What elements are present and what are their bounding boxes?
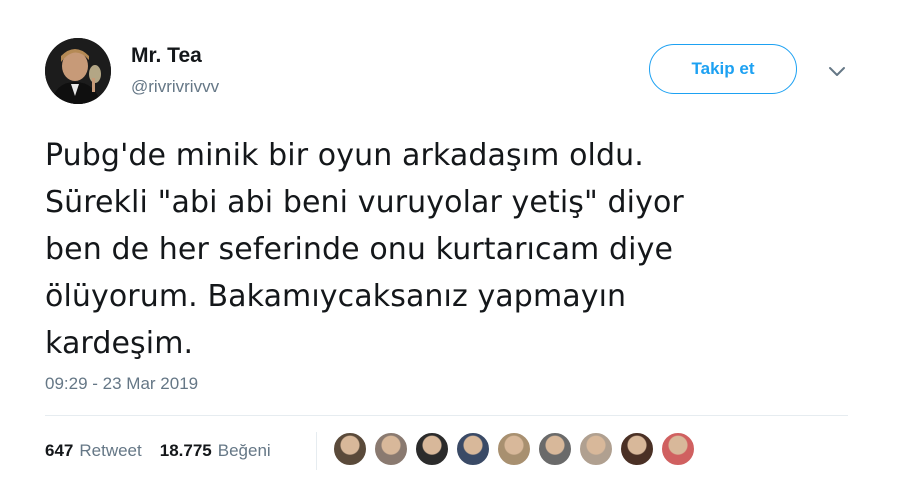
follow-button[interactable]: Takip et: [649, 44, 797, 94]
tweet-card: Mr. Tea @rivrivrivvv Takip et Pubg'de mi…: [0, 0, 900, 494]
like-count-link[interactable]: 18.775 Beğeni: [160, 441, 271, 461]
tweet-text-line: kardeşim.: [45, 326, 194, 361]
divider: [316, 432, 317, 470]
tweet-text-line: Sürekli "abi abi beni vuruyolar yetiş" d…: [45, 185, 684, 220]
tweet-text-line: ölüyorum. Bakamıycaksanız yapmayın: [45, 279, 627, 314]
retweet-label: Retweet: [79, 441, 142, 460]
like-label: Beğeni: [217, 441, 271, 460]
tweet-stats: 647 Retweet 18.775 Beğeni: [45, 438, 271, 464]
author-display-name[interactable]: Mr. Tea: [131, 44, 202, 68]
likers-facepile: [333, 432, 702, 468]
retweet-count-link[interactable]: 647 Retweet: [45, 441, 142, 461]
chevron-down-icon[interactable]: [826, 62, 848, 82]
liker-avatar[interactable]: [456, 432, 490, 466]
author-avatar[interactable]: [45, 38, 111, 104]
divider: [45, 415, 848, 416]
liker-avatar[interactable]: [579, 432, 613, 466]
avatar-image: [45, 38, 111, 104]
liker-avatar[interactable]: [538, 432, 572, 466]
liker-avatar[interactable]: [374, 432, 408, 466]
liker-avatar[interactable]: [333, 432, 367, 466]
tweet-text: Pubg'de minik bir oyun arkadaşım oldu. S…: [45, 132, 845, 367]
retweet-count: 647: [45, 441, 74, 460]
liker-avatar[interactable]: [620, 432, 654, 466]
liker-avatar[interactable]: [415, 432, 449, 466]
tweet-text-line: Pubg'de minik bir oyun arkadaşım oldu.: [45, 138, 644, 173]
tweet-text-line: ben de her seferinde onu kurtarıcam diye: [45, 232, 674, 267]
liker-avatar[interactable]: [497, 432, 531, 466]
author-handle[interactable]: @rivrivrivvv: [131, 77, 219, 97]
liker-avatar[interactable]: [661, 432, 695, 466]
like-count: 18.775: [159, 441, 212, 460]
tweet-timestamp[interactable]: 09:29 - 23 Mar 2019: [45, 374, 198, 394]
